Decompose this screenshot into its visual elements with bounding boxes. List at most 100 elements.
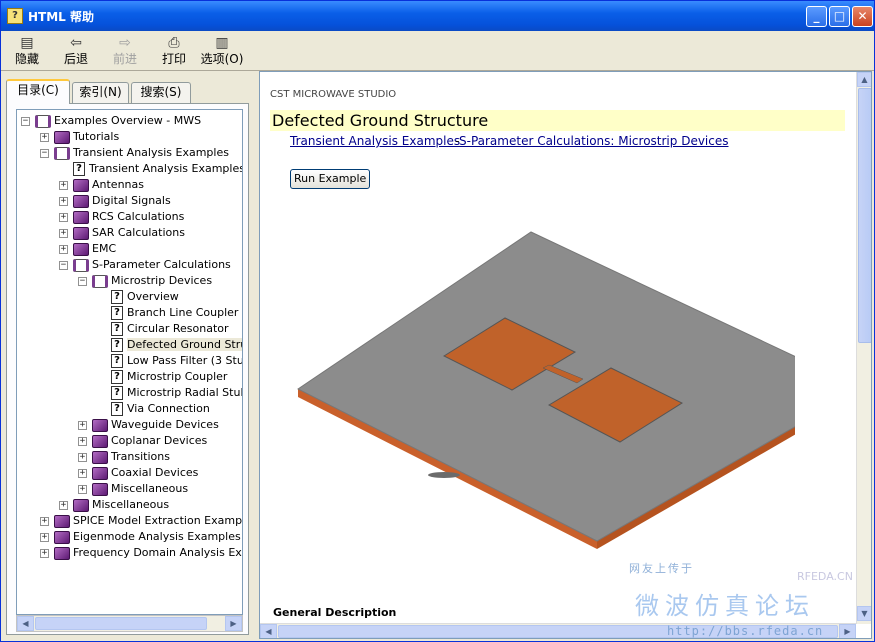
tree-item[interactable]: ? Microstrip Coupler: [97, 369, 227, 385]
tree-item-label: EMC: [92, 242, 117, 255]
closed-book-icon: [73, 498, 89, 512]
page-title: Defected Ground Structure: [270, 110, 845, 131]
tree-item[interactable]: + Waveguide Devices: [78, 417, 219, 433]
tree-item-label: RCS Calculations: [92, 210, 185, 223]
tree-item-label: Miscellaneous: [92, 498, 170, 511]
link-microstrip-devices[interactable]: S-Parameter Calculations: Microstrip Dev…: [459, 134, 729, 148]
help-page-icon: ?: [111, 338, 123, 352]
contents-tree[interactable]: − Examples Overview - MWS + Tutorials − Trans…: [16, 109, 243, 615]
run-example-button[interactable]: Run Example: [290, 169, 371, 189]
help-app-icon: ?: [7, 8, 23, 24]
minimize-button[interactable]: _: [806, 6, 827, 27]
content-hscroll-thumb[interactable]: [278, 625, 838, 638]
tab-index[interactable]: 索引(N): [72, 82, 129, 103]
options-button[interactable]: ▥ 选项(O): [197, 34, 247, 68]
expand-icon[interactable]: +: [59, 180, 68, 190]
scroll-up-icon[interactable]: ▲: [857, 72, 871, 87]
tree-horizontal-scrollbar[interactable]: ◀ ▶: [16, 615, 243, 632]
expand-icon[interactable]: +: [59, 500, 68, 510]
expand-icon[interactable]: +: [40, 532, 49, 542]
tree-item[interactable]: + Eigenmode Analysis Examples: [40, 529, 241, 545]
tree-item-label: Frequency Domain Analysis Examp: [73, 546, 242, 559]
expand-icon[interactable]: +: [78, 484, 87, 494]
close-button[interactable]: ✕: [852, 6, 873, 27]
hide-icon: ▤: [20, 35, 34, 51]
expand-icon[interactable]: +: [59, 196, 68, 206]
expand-icon[interactable]: +: [78, 420, 87, 430]
expand-icon[interactable]: +: [40, 132, 49, 142]
tree-item[interactable]: + RCS Calculations: [59, 209, 184, 225]
tab-search[interactable]: 搜索(S): [131, 82, 191, 103]
scroll-left-icon[interactable]: ◀: [260, 624, 277, 638]
tree-item-label: Tutorials: [73, 130, 120, 143]
tree-item[interactable]: + EMC: [59, 241, 116, 257]
link-transient-analysis[interactable]: Transient Analysis Examples: [290, 134, 460, 148]
tree-item-label: Eigenmode Analysis Examples: [73, 530, 241, 543]
tree-item[interactable]: ? Branch Line Coupler: [97, 305, 238, 321]
scroll-right-icon[interactable]: ▶: [225, 616, 242, 631]
tree-item[interactable]: + Tutorials: [40, 129, 119, 145]
tree-item[interactable]: − Transient Analysis Examples: [40, 145, 229, 161]
tree-item-label: Transitions: [111, 450, 170, 463]
collapse-icon[interactable]: −: [59, 260, 68, 270]
tree-item[interactable]: + Digital Signals: [59, 193, 171, 209]
tree-item[interactable]: + SPICE Model Extraction Examples: [40, 513, 242, 529]
tree-item[interactable]: + Frequency Domain Analysis Examp: [40, 545, 242, 561]
help-page-icon: ?: [111, 290, 123, 304]
back-button[interactable]: ⇦ 后退: [54, 34, 98, 68]
expand-icon[interactable]: +: [40, 548, 49, 558]
help-page-icon: ?: [111, 402, 123, 416]
closed-book-icon: [92, 482, 108, 496]
expand-icon[interactable]: +: [78, 436, 87, 446]
tree-item[interactable]: − Examples Overview - MWS: [21, 113, 201, 129]
expand-icon[interactable]: +: [40, 516, 49, 526]
expand-icon[interactable]: +: [59, 228, 68, 238]
tree-item[interactable]: − Microstrip Devices: [78, 273, 212, 289]
forward-button[interactable]: ⇨ 前进: [103, 34, 147, 68]
expand-icon[interactable]: +: [59, 244, 68, 254]
help-page-icon: ?: [73, 162, 85, 176]
tree-item[interactable]: + Transitions: [78, 449, 170, 465]
tab-contents[interactable]: 目录(C): [6, 79, 70, 104]
tree-item[interactable]: ? Transient Analysis Examples: [59, 161, 242, 177]
scroll-right-icon[interactable]: ▶: [839, 624, 856, 638]
expand-icon[interactable]: +: [78, 452, 87, 462]
collapse-icon[interactable]: −: [21, 116, 30, 126]
title-bar[interactable]: ? HTML 帮助 _ □ ✕: [1, 1, 874, 31]
tree-item[interactable]: + Miscellaneous: [78, 481, 188, 497]
open-book-icon: [35, 114, 51, 128]
collapse-icon[interactable]: −: [40, 148, 49, 158]
closed-book-icon: [54, 130, 70, 144]
tree-item[interactable]: + SAR Calculations: [59, 225, 185, 241]
tree-item[interactable]: ? Overview: [97, 289, 179, 305]
expand-icon[interactable]: +: [78, 468, 87, 478]
closed-book-icon: [54, 530, 70, 544]
tree-item[interactable]: + Coaxial Devices: [78, 465, 198, 481]
tree-item[interactable]: + Antennas: [59, 177, 144, 193]
open-book-icon: [92, 274, 108, 288]
tree-scroll-thumb[interactable]: [35, 617, 207, 630]
tree-item[interactable]: ? Defected Ground Stru: [97, 337, 242, 353]
expand-icon[interactable]: +: [59, 212, 68, 222]
scroll-left-icon[interactable]: ◀: [17, 616, 34, 631]
tree-item[interactable]: + Miscellaneous: [59, 497, 169, 513]
closed-book-icon: [54, 514, 70, 528]
content-scroll-thumb[interactable]: [858, 88, 871, 343]
hide-button[interactable]: ▤ 隐藏: [5, 34, 49, 68]
tree-item-label: Microstrip Radial Stub: [127, 386, 243, 399]
content-horizontal-scrollbar[interactable]: ◀ ▶: [260, 623, 856, 638]
collapse-icon[interactable]: −: [78, 276, 87, 286]
tree-item[interactable]: − S-Parameter Calculations: [59, 257, 231, 273]
tree-item[interactable]: ? Via Connection: [97, 401, 210, 417]
maximize-button[interactable]: □: [829, 6, 850, 27]
dgs-3d-model-image: [297, 231, 795, 549]
tree-item-label: Transient Analysis Examples: [73, 146, 229, 159]
scroll-down-icon[interactable]: ▼: [857, 606, 871, 621]
print-button[interactable]: ⎙ 打印: [152, 34, 196, 68]
tree-item[interactable]: ? Low Pass Filter (3 Stub: [97, 353, 242, 369]
closed-book-icon: [92, 434, 108, 448]
tree-item[interactable]: ? Circular Resonator: [97, 321, 229, 337]
tree-item[interactable]: ? Microstrip Radial Stub: [97, 385, 243, 401]
tree-item[interactable]: + Coplanar Devices: [78, 433, 207, 449]
content-vertical-scrollbar[interactable]: ▲ ▼: [856, 72, 871, 624]
